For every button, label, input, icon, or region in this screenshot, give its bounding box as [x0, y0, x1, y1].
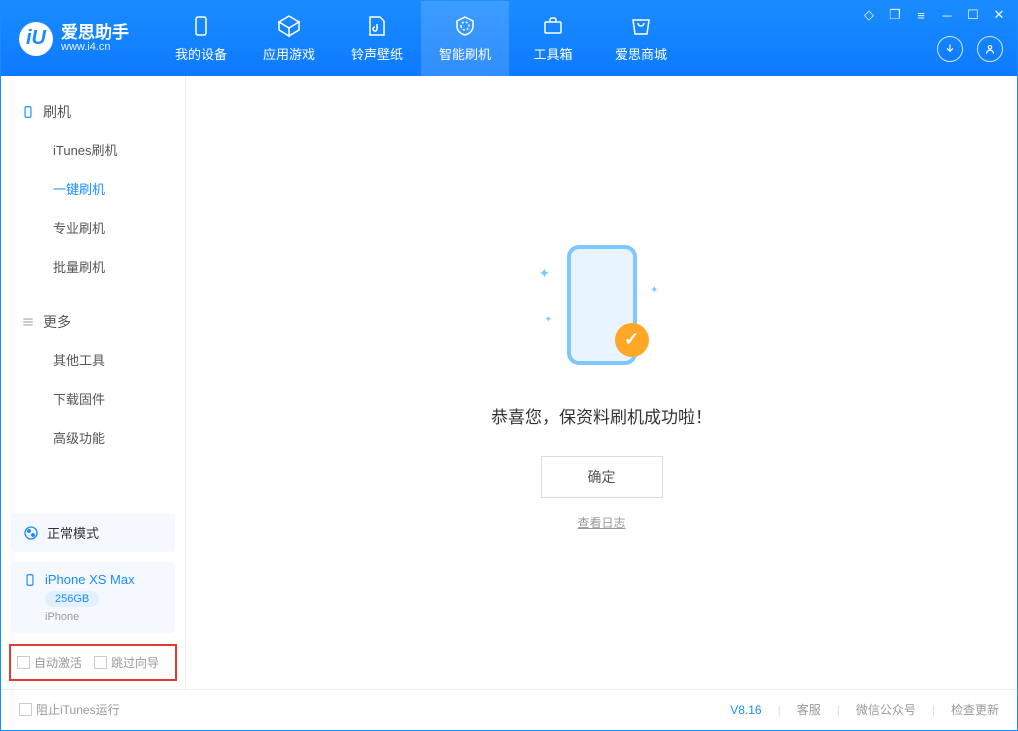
checkbox-auto-activate[interactable]: 自动激活: [17, 654, 82, 671]
tab-apps[interactable]: 应用游戏: [245, 1, 333, 76]
confirm-button[interactable]: 确定: [541, 456, 663, 498]
sidebar-item-advanced[interactable]: 高级功能: [1, 418, 185, 457]
mode-label: 正常模式: [47, 523, 99, 542]
update-link[interactable]: 检查更新: [951, 701, 999, 718]
sparkle-icon: ✦: [545, 314, 553, 325]
separator: |: [778, 703, 781, 717]
sidebar-item-firmware[interactable]: 下载固件: [1, 379, 185, 418]
cube-icon[interactable]: ❐: [887, 7, 903, 23]
tab-flash-label: 智能刷机: [439, 44, 491, 63]
sparkle-icon: ✦: [650, 285, 658, 296]
logo-icon: iU: [19, 22, 53, 56]
tab-toolbox[interactable]: 工具箱: [509, 1, 597, 76]
sidebar-item-batch[interactable]: 批量刷机: [1, 247, 185, 286]
separator: |: [932, 703, 935, 717]
success-illustration: ✦ ✦ ✦ ✓: [527, 235, 677, 375]
bottom-options-highlight: 自动激活 跳过向导: [9, 644, 177, 681]
success-message: 恭喜您，保资料刷机成功啦！: [491, 403, 712, 428]
sidebar-item-itunes[interactable]: iTunes刷机: [1, 130, 185, 169]
sidebar-group-more: 更多: [1, 304, 185, 340]
skip-guide-label: 跳过向导: [111, 654, 159, 671]
mode-card[interactable]: 正常模式: [11, 513, 175, 552]
checkbox-skip-guide[interactable]: 跳过向导: [94, 654, 159, 671]
header-actions: [937, 36, 1003, 62]
tab-device[interactable]: 我的设备: [157, 1, 245, 76]
tab-device-label: 我的设备: [175, 44, 227, 63]
tab-flash[interactable]: 智能刷机: [421, 1, 509, 76]
tab-store-label: 爱思商城: [615, 44, 667, 63]
tab-ringtone[interactable]: 铃声壁纸: [333, 1, 421, 76]
auto-activate-label: 自动激活: [34, 654, 82, 671]
tab-toolbox-label: 工具箱: [533, 44, 572, 63]
version-label: V8.16: [730, 703, 761, 717]
shirt-icon[interactable]: ◇: [861, 7, 877, 23]
user-icon[interactable]: [977, 36, 1003, 62]
close-icon[interactable]: ✕: [991, 7, 1007, 23]
device-type: iPhone: [45, 611, 163, 623]
footer: 阻止iTunes运行 V8.16 | 客服 | 微信公众号 | 检查更新: [1, 689, 1017, 729]
download-icon[interactable]: [937, 36, 963, 62]
main-content: ✦ ✦ ✦ ✓ 恭喜您，保资料刷机成功啦！ 确定 查看日志: [186, 76, 1017, 689]
checkbox-icon: [94, 656, 107, 669]
window-controls: ◇ ❐ ≡ ─ ☐ ✕: [861, 7, 1007, 23]
sidebar-group-more-label: 更多: [43, 312, 71, 332]
sidebar-item-pro[interactable]: 专业刷机: [1, 208, 185, 247]
sidebar-item-other[interactable]: 其他工具: [1, 340, 185, 379]
tab-store[interactable]: 爱思商城: [597, 1, 685, 76]
nav-tabs: 我的设备 应用游戏 铃声壁纸 智能刷机 工具箱 爱思商城: [157, 1, 685, 76]
app-subtitle: www.i4.cn: [61, 41, 129, 53]
support-link[interactable]: 客服: [797, 701, 821, 718]
wechat-link[interactable]: 微信公众号: [856, 701, 916, 718]
minimize-icon[interactable]: ─: [939, 7, 955, 23]
menu-icon[interactable]: ≡: [913, 7, 929, 23]
checkbox-icon: [17, 656, 30, 669]
header: iU 爱思助手 www.i4.cn 我的设备 应用游戏 铃声壁纸 智能刷机 工具…: [1, 1, 1017, 76]
device-card[interactable]: iPhone XS Max 256GB iPhone: [11, 562, 175, 633]
sparkle-icon: ✦: [539, 265, 551, 282]
sidebar-item-oneclick[interactable]: 一键刷机: [1, 169, 185, 208]
storage-badge: 256GB: [45, 591, 99, 607]
check-icon: ✓: [615, 323, 649, 357]
sidebar: 刷机 iTunes刷机 一键刷机 专业刷机 批量刷机 更多 其他工具 下载固件 …: [1, 76, 186, 689]
checkbox-icon: [19, 703, 32, 716]
block-itunes-label: 阻止iTunes运行: [36, 701, 120, 718]
sidebar-group-flash-label: 刷机: [43, 102, 71, 122]
tab-ringtone-label: 铃声壁纸: [351, 44, 403, 63]
app-title: 爱思助手: [61, 24, 129, 41]
device-name-label: iPhone XS Max: [45, 572, 135, 587]
view-log-link[interactable]: 查看日志: [577, 514, 625, 531]
sidebar-group-flash: 刷机: [1, 94, 185, 130]
checkbox-block-itunes[interactable]: 阻止iTunes运行: [19, 701, 120, 718]
logo[interactable]: iU 爱思助手 www.i4.cn: [1, 22, 147, 56]
maximize-icon[interactable]: ☐: [965, 7, 981, 23]
tab-apps-label: 应用游戏: [263, 44, 315, 63]
separator: |: [837, 703, 840, 717]
